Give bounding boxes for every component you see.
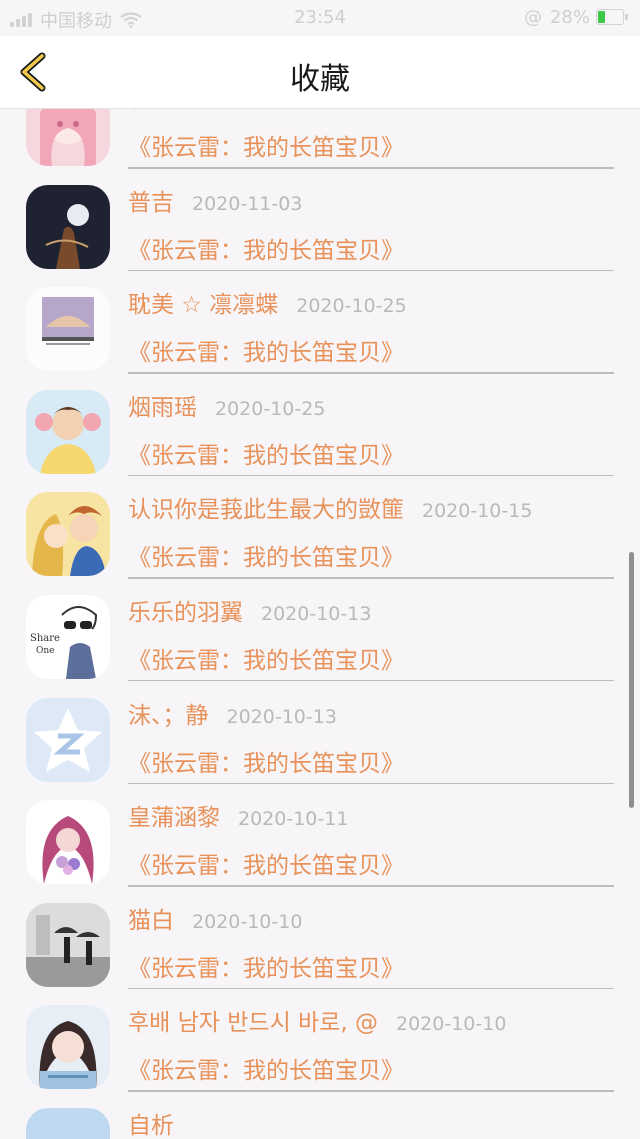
- favorite-date: 2020-11-03: [192, 192, 303, 215]
- row-header: 烟雨瑶 2020-10-25: [128, 388, 325, 422]
- favorite-date: 2020-10-13: [226, 705, 337, 728]
- avatar[interactable]: [26, 697, 110, 782]
- list-item[interactable]: 후배 남자 반드시 바로, @ 2020-10-10 《张云雷：我的长笛宝贝》: [0, 989, 640, 1092]
- favorite-date: 2020-10-11: [238, 808, 349, 831]
- username[interactable]: 普吉: [128, 183, 174, 217]
- book-title[interactable]: 《张云雷：我的长笛宝贝》: [128, 436, 404, 470]
- username[interactable]: 认识你是莪此生最大的敳篚: [128, 490, 404, 524]
- favorites-list-inner: 邪恶只爲笑的炫 2020-11-17 《张云雷：我的长笛宝贝》 普吉 2020-…: [0, 108, 640, 1139]
- username[interactable]: 沫、；静: [128, 696, 209, 730]
- favorite-date: 2020-10-10: [192, 910, 303, 933]
- username[interactable]: 烟雨瑶: [128, 388, 197, 422]
- battery-level: [598, 10, 605, 23]
- avatar-image: [26, 389, 110, 474]
- book-title[interactable]: 《张云雷：我的长笛宝贝》: [128, 231, 404, 265]
- avatar-image: [26, 492, 110, 577]
- username[interactable]: 皇蒲涵黎: [128, 798, 220, 832]
- row-header: 乐乐的羽翼 2020-10-13: [128, 593, 371, 627]
- avatar-image: [26, 108, 110, 166]
- avatar-image: [26, 184, 110, 269]
- row-header: 猫白 2020-10-10: [128, 901, 302, 935]
- avatar[interactable]: [26, 287, 110, 372]
- avatar-image: [26, 287, 110, 372]
- avatar[interactable]: [26, 184, 110, 269]
- battery-icon: [596, 8, 630, 27]
- avatar[interactable]: [26, 800, 110, 885]
- favorite-date: 2020-10-10: [396, 1013, 507, 1036]
- avatar[interactable]: Share One: [26, 594, 110, 679]
- username[interactable]: 후배 남자 반드시 바로, @: [128, 1003, 378, 1037]
- list-item[interactable]: 皇蒲涵黎 2020-10-11 《张云雷：我的长笛宝贝》: [0, 784, 640, 887]
- row-header: 普吉 2020-11-03: [128, 183, 302, 217]
- nav-bar: 收藏: [0, 36, 640, 109]
- list-item[interactable]: 猫白 2020-10-10 《张云雷：我的长笛宝贝》: [0, 887, 640, 990]
- list-item[interactable]: Share One 乐乐的羽翼 2020-10-13 《张云雷：我的长笛宝贝》: [0, 579, 640, 682]
- avatar-image: [26, 1005, 110, 1090]
- avatar[interactable]: [26, 1107, 110, 1139]
- book-title[interactable]: 《张云雷：我的长笛宝贝》: [128, 744, 404, 778]
- avatar[interactable]: [26, 492, 110, 577]
- list-item[interactable]: 沫、；静 2020-10-13 《张云雷：我的长笛宝贝》: [0, 682, 640, 785]
- list-item[interactable]: 邪恶只爲笑的炫 2020-11-17 《张云雷：我的长笛宝贝》: [0, 108, 640, 169]
- row-header: 认识你是莪此生最大的敳篚 2020-10-15: [128, 490, 532, 524]
- book-title[interactable]: 《张云雷：我的长笛宝贝》: [128, 641, 404, 675]
- avatar-image: [26, 1107, 110, 1139]
- favorite-date: 2020-10-25: [296, 295, 407, 318]
- book-title[interactable]: 《张云雷：我的长笛宝贝》: [128, 949, 404, 983]
- list-item[interactable]: 普吉 2020-11-03 《张云雷：我的长笛宝贝》: [0, 169, 640, 272]
- svg-text:Share: Share: [30, 633, 60, 644]
- avatar[interactable]: [26, 1005, 110, 1090]
- status-bar: 中国移动 23:54 @ 28%: [0, 0, 640, 36]
- rotation-lock-icon: @: [523, 7, 542, 28]
- favorites-list[interactable]: 邪恶只爲笑的炫 2020-11-17 《张云雷：我的长笛宝贝》 普吉 2020-…: [0, 108, 640, 1139]
- avatar-image: [26, 697, 110, 782]
- book-title[interactable]: 《张云雷：我的长笛宝贝》: [128, 128, 404, 162]
- username[interactable]: 猫白: [128, 901, 174, 935]
- book-title[interactable]: 《张云雷：我的长笛宝贝》: [128, 846, 404, 880]
- status-right: @ 28%: [524, 7, 630, 28]
- list-item[interactable]: 自析: [0, 1092, 640, 1139]
- list-item[interactable]: 耽美 ☆ 凛凛蝶 2020-10-25 《张云雷：我的长笛宝贝》: [0, 271, 640, 374]
- avatar-image: [26, 902, 110, 987]
- row-header: 皇蒲涵黎 2020-10-11: [128, 798, 348, 832]
- avatar[interactable]: [26, 389, 110, 474]
- page-title: 收藏: [290, 62, 350, 97]
- avatar-image: [26, 800, 110, 885]
- username[interactable]: 耽美 ☆ 凛凛蝶: [128, 285, 278, 319]
- battery-percent: 28%: [549, 7, 590, 28]
- username[interactable]: 乐乐的羽翼: [128, 593, 243, 627]
- avatar[interactable]: [26, 902, 110, 987]
- list-item[interactable]: 烟雨瑶 2020-10-25 《张云雷：我的长笛宝贝》: [0, 374, 640, 477]
- favorite-date: 2020-10-15: [422, 500, 533, 523]
- row-header: 후배 남자 반드시 바로, @ 2020-10-10: [128, 1003, 506, 1037]
- username[interactable]: 自析: [128, 1106, 174, 1139]
- row-header: 自析: [128, 1106, 192, 1139]
- book-title[interactable]: 《张云雷：我的长笛宝贝》: [128, 538, 404, 572]
- book-title[interactable]: 《张云雷：我的长笛宝贝》: [128, 1051, 404, 1085]
- favorite-date: 2020-10-13: [261, 602, 372, 625]
- list-item[interactable]: 认识你是莪此生最大的敳篚 2020-10-15 《张云雷：我的长笛宝贝》: [0, 476, 640, 579]
- avatar[interactable]: [26, 108, 110, 166]
- favorite-date: 2020-10-25: [215, 397, 326, 420]
- svg-text:One: One: [36, 646, 55, 656]
- avatar-image: Share One: [26, 594, 110, 679]
- scrollbar[interactable]: [629, 552, 634, 808]
- row-header: 耽美 ☆ 凛凛蝶 2020-10-25: [128, 285, 407, 319]
- row-header: 沫、；静 2020-10-13: [128, 696, 337, 730]
- book-title[interactable]: 《张云雷：我的长笛宝贝》: [128, 333, 404, 367]
